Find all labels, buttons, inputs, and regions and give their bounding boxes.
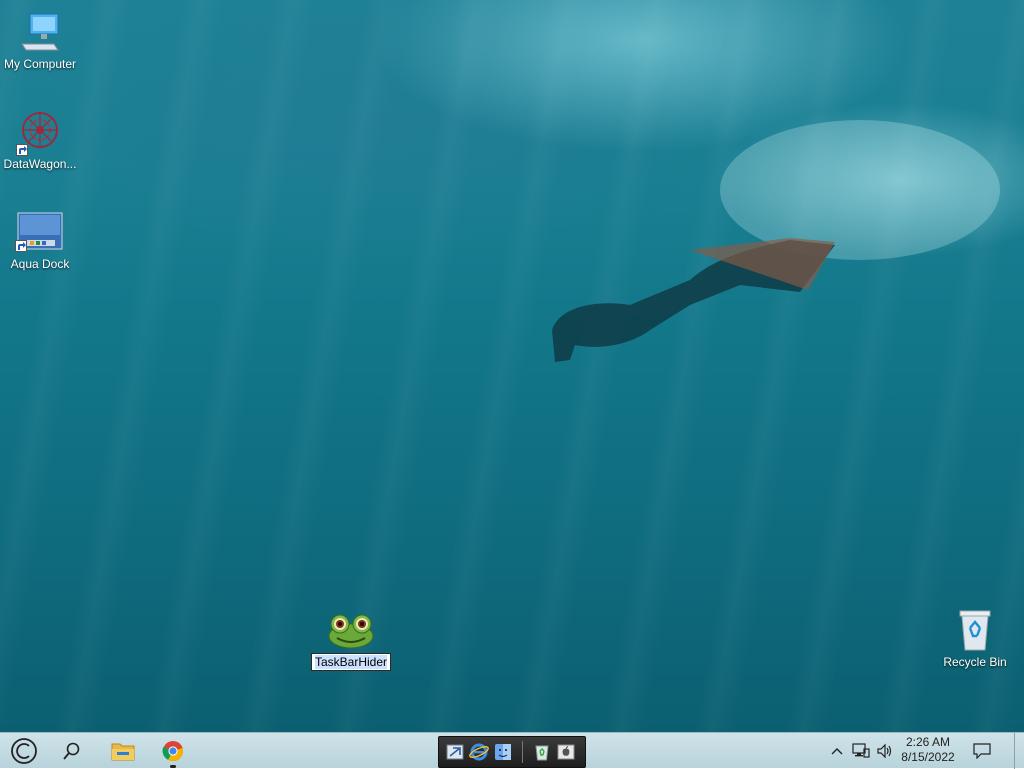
shortcut-arrow-icon xyxy=(15,240,27,252)
clock-date: 8/15/2022 xyxy=(901,750,955,764)
action-center-button[interactable] xyxy=(968,733,996,769)
light-rays xyxy=(0,0,1024,732)
volume-button[interactable] xyxy=(874,733,896,769)
desktop-icon-my-computer[interactable]: My Computer xyxy=(0,10,80,71)
desktop-icon-label: My Computer xyxy=(3,57,77,71)
start-icon xyxy=(11,738,37,764)
search-button[interactable] xyxy=(54,733,90,769)
desktop-icon-aqua-dock[interactable]: Aqua Dock xyxy=(0,212,80,271)
rename-input[interactable]: TaskBarHider xyxy=(311,653,392,671)
clock-time: 2:26 AM xyxy=(905,735,951,749)
chevron-up-icon xyxy=(831,748,843,755)
recycle-icon xyxy=(535,745,549,761)
dock-item-mail[interactable] xyxy=(445,742,465,762)
desktop-background[interactable]: My Computer DataWagon... Aqua Dock TaskB… xyxy=(0,0,1024,732)
apple-icon xyxy=(557,744,575,760)
file-explorer-icon xyxy=(111,743,135,761)
taskbar: 2:26 AM 8/15/2022 xyxy=(0,732,1024,769)
mail-icon xyxy=(446,744,464,760)
dock-item-recycle[interactable] xyxy=(532,742,552,762)
diver-silhouette xyxy=(552,120,1000,362)
finder-icon xyxy=(495,744,511,760)
internet-explorer-icon xyxy=(469,743,489,761)
datawagon-icon xyxy=(16,110,62,156)
desktop-icon-taskbarhider[interactable]: TaskBarHider xyxy=(311,612,392,671)
dock-item-finder[interactable] xyxy=(493,742,513,762)
desktop-icon-label: DataWagon... xyxy=(3,157,77,171)
show-hidden-icons-button[interactable] xyxy=(828,733,846,769)
notification-icon xyxy=(973,743,991,759)
aqua-dock-bar xyxy=(438,736,586,768)
aqua-dock-icon xyxy=(15,212,63,252)
desktop-icon-datawagon[interactable]: DataWagon... xyxy=(0,110,80,171)
network-button[interactable] xyxy=(850,733,872,769)
network-icon xyxy=(852,743,870,758)
file-explorer-button[interactable] xyxy=(104,733,142,769)
rename-selected-text: TaskBarHider xyxy=(315,655,388,669)
frog-icon xyxy=(327,612,375,650)
chrome-button[interactable] xyxy=(154,733,192,769)
search-icon xyxy=(63,742,80,760)
dock-item-internet-explorer[interactable] xyxy=(469,742,489,762)
chrome-icon xyxy=(162,741,183,762)
recycle-bin-icon xyxy=(955,608,995,652)
dock-separator xyxy=(522,741,523,763)
start-button[interactable] xyxy=(4,733,44,769)
shortcut-arrow-icon xyxy=(16,144,28,156)
computer-icon xyxy=(18,10,62,54)
desktop-icon-label: Recycle Bin xyxy=(943,655,1007,669)
show-desktop-button[interactable] xyxy=(1014,733,1024,769)
desktop-icon-label: Aqua Dock xyxy=(10,257,70,271)
taskbar-clock[interactable]: 2:26 AM 8/15/2022 xyxy=(896,735,960,765)
volume-icon xyxy=(877,743,892,759)
desktop-icon-recycle-bin[interactable]: Recycle Bin xyxy=(935,608,1015,669)
dock-item-apple[interactable] xyxy=(556,742,576,762)
